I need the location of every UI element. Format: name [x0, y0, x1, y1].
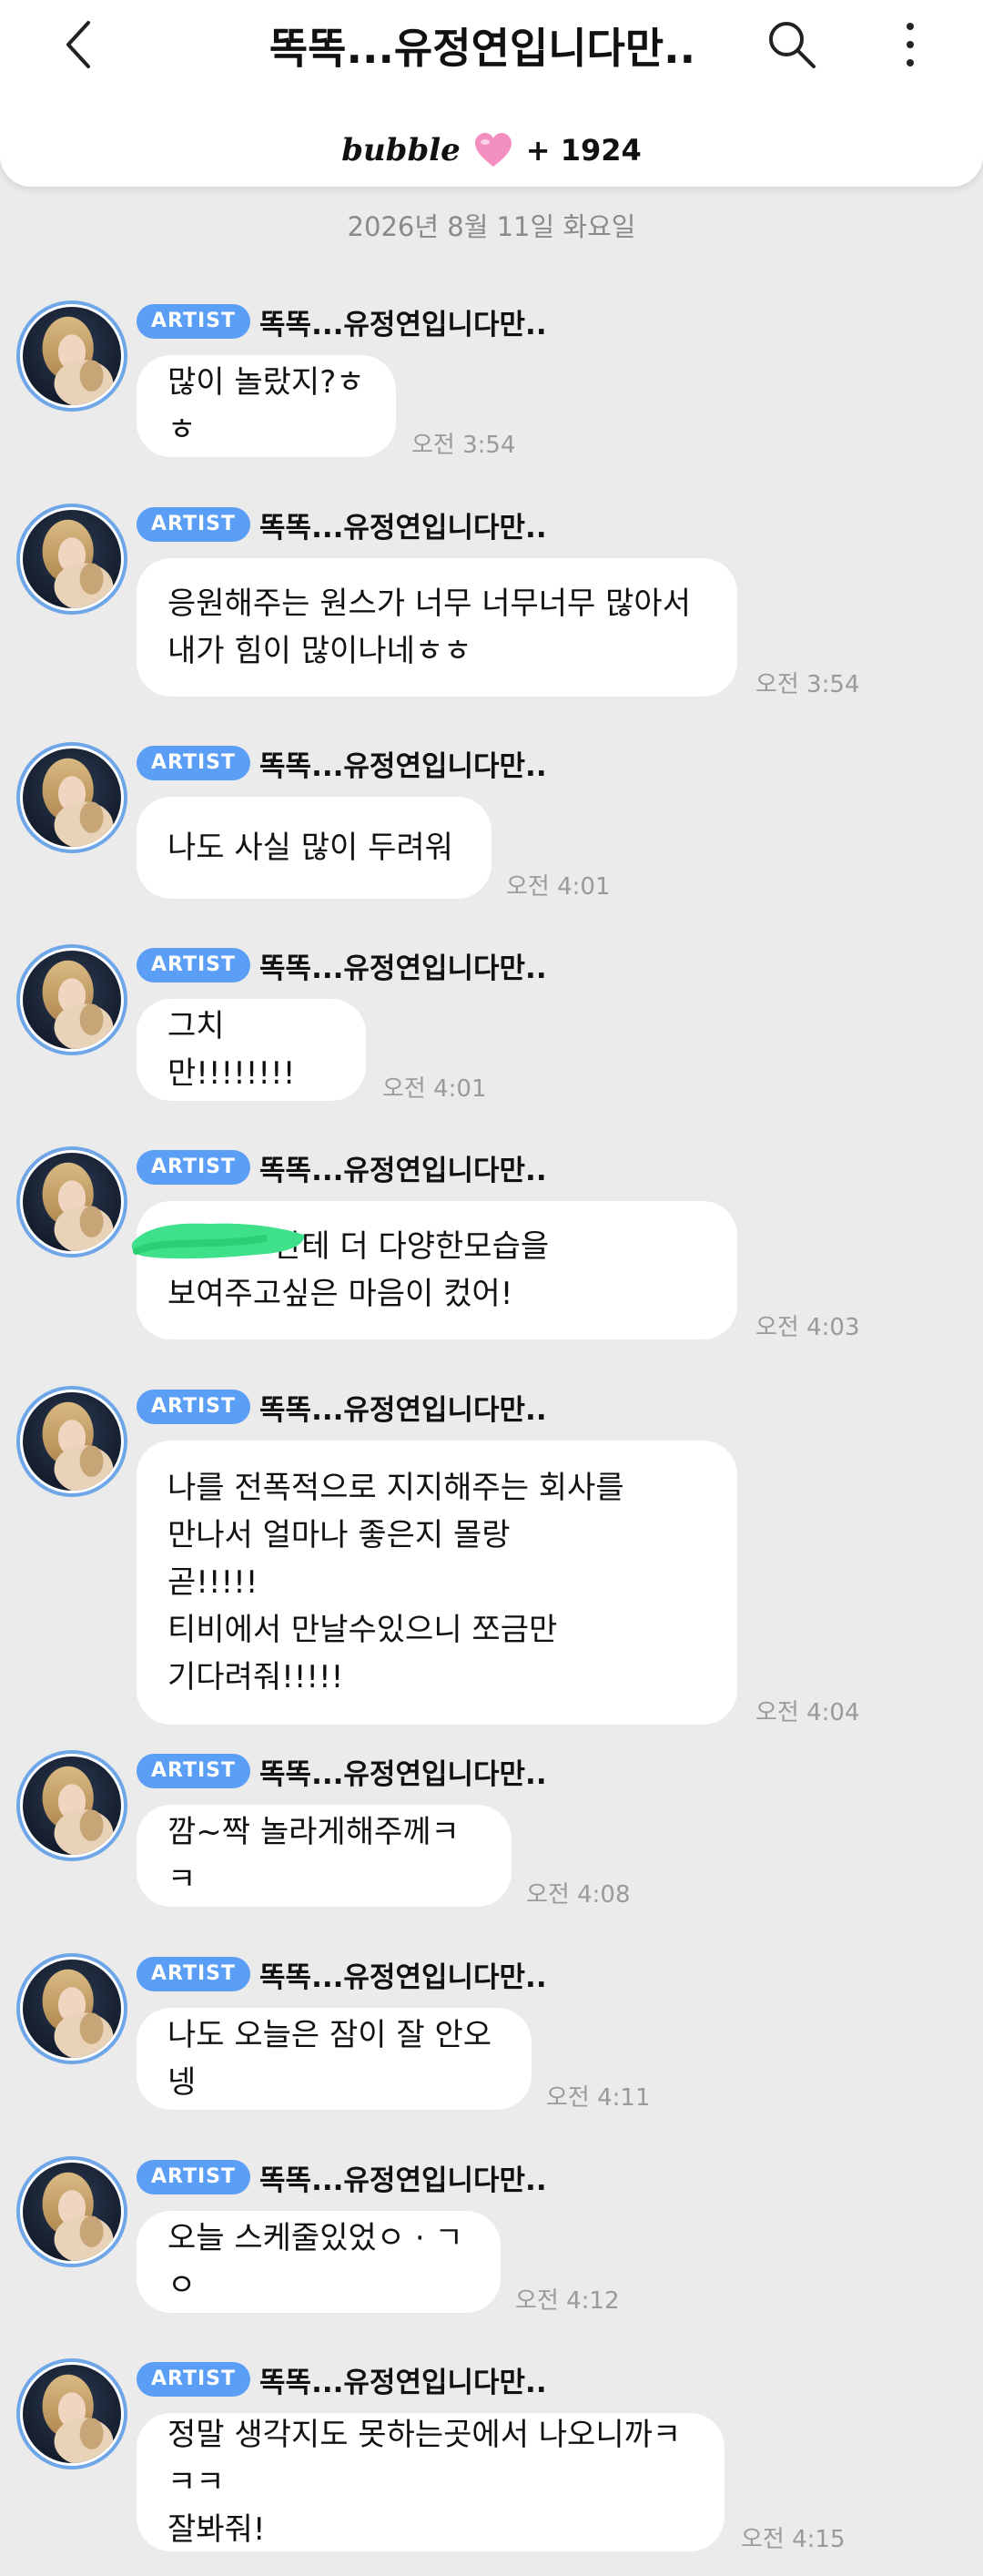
- message-time: 오전 4:01: [382, 1075, 487, 1103]
- message-text: 깜~짝 놀라게해주께ㅋㅋ: [167, 1814, 460, 1898]
- avatar[interactable]: [16, 1750, 127, 1861]
- message-text: 많이 놀랐지?ㅎㅎ: [167, 364, 365, 448]
- message-bubble[interactable]: 나도 오늘은 잠이 잘 안오넹: [137, 2008, 532, 2110]
- message-item: ARTIST 똑똑...유정연입니다만.. 나도 사실 많이 두려워 오전 4:…: [0, 742, 983, 906]
- search-button[interactable]: [760, 13, 824, 76]
- chevron-left-icon: [66, 21, 90, 68]
- date-separator: 2026년 8월 11일 화요일: [347, 211, 636, 242]
- sender-name: 똑똑...유정연입니다만..: [259, 952, 547, 985]
- sender-name: 똑똑...유정연입니다만..: [259, 2164, 547, 2197]
- bubble-status-bar: bubble + 1924: [0, 127, 983, 173]
- message-item: ARTIST 똑똑...유정연입니다만.. 정말 생각지도 못하는곳에서 나오니…: [0, 2358, 983, 2568]
- heart-icon: [474, 133, 512, 167]
- redaction-scribble: [131, 1223, 305, 1259]
- message-item: ARTIST 똑똑...유정연입니다만.. 깜~짝 놀라게해주께ㅋㅋ 오전 4:…: [0, 1750, 983, 1914]
- avatar[interactable]: [16, 300, 127, 412]
- chat-header: 똑똑...유정연입니다만.. bubble + 1924: [0, 0, 983, 187]
- sender-row: ARTIST 똑똑...유정연입니다만..: [137, 946, 547, 985]
- sender-name: 똑똑...유정연입니다만..: [259, 511, 547, 545]
- message-item: ARTIST 똑똑...유정연입니다만.. 나도 오늘은 잠이 잘 안오넹 오전…: [0, 1953, 983, 2117]
- message-text: 나도 사실 많이 두려워: [167, 830, 453, 866]
- message-text: 응원해주는 원스가 너무 너무너무 많아서 내가 힘이 많이나네ㅎㅎ: [167, 585, 691, 669]
- message-time: 오전 4:15: [741, 2526, 846, 2553]
- message-time: 오전 4:08: [526, 1881, 631, 1909]
- artist-badge: ARTIST: [137, 948, 251, 983]
- message-text: 정말 생각지도 못하는곳에서 나오니까ㅋㅋㅋ 잘봐줘!: [167, 2417, 682, 2548]
- sender-row: ARTIST 똑똑...유정연입니다만..: [137, 2158, 547, 2197]
- avatar[interactable]: [16, 742, 127, 853]
- message-time: 오전 3:54: [755, 671, 860, 698]
- message-bubble[interactable]: 나도 사실 많이 두려워: [137, 797, 492, 899]
- avatar[interactable]: [16, 2156, 127, 2267]
- sender-name: 똑똑...유정연입니다만..: [259, 1960, 547, 1994]
- message-bubble[interactable]: 오늘 스케줄있었ㅇ · ㄱㅇ: [137, 2211, 501, 2313]
- message-time: 오전 4:01: [506, 873, 611, 901]
- bubble-brand: bubble: [341, 132, 461, 168]
- avatar[interactable]: [16, 1386, 127, 1497]
- avatar[interactable]: [16, 2358, 127, 2469]
- artist-badge: ARTIST: [137, 507, 251, 542]
- sender-name: 똑똑...유정연입니다만..: [259, 1154, 547, 1187]
- search-icon: [769, 22, 816, 68]
- sender-name: 똑똑...유정연입니다만..: [259, 1757, 547, 1791]
- sender-row: ARTIST 똑똑...유정연입니다만..: [137, 505, 547, 545]
- message-bubble[interactable]: 응원해주는 원스가 너무 너무너무 많아서 내가 힘이 많이나네ㅎㅎ: [137, 558, 737, 697]
- avatar[interactable]: [16, 1953, 127, 2064]
- sender-name: 똑똑...유정연입니다만..: [259, 1393, 547, 1427]
- message-text: 나를 전폭적으로 지지해주는 회사를 만나서 얼마나 좋은지 몰랑 곧!!!!!…: [167, 1470, 624, 1695]
- message-bubble[interactable]: 깜~짝 놀라게해주께ㅋㅋ: [137, 1805, 512, 1907]
- back-button[interactable]: [47, 13, 111, 76]
- sender-row: ARTIST 똑똑...유정연입니다만..: [137, 744, 547, 783]
- artist-badge: ARTIST: [137, 1754, 251, 1788]
- sender-row: ARTIST 똑똑...유정연입니다만..: [137, 1388, 547, 1427]
- artist-badge: ARTIST: [137, 1957, 251, 1991]
- message-text: 나도 오늘은 잠이 잘 안오넹: [167, 2017, 492, 2101]
- sender-row: ARTIST 똑똑...유정연입니다만..: [137, 2360, 547, 2399]
- artist-badge: ARTIST: [137, 1150, 251, 1185]
- message-item: ARTIST 똑똑...유정연입니다만.. 응원해주는 원스가 너무 너무너무 …: [0, 504, 983, 704]
- sender-row: ARTIST 똑똑...유정연입니다만..: [137, 302, 547, 341]
- message-text: 오늘 스케줄있었ㅇ · ㄱㅇ: [167, 2220, 463, 2304]
- chat-title: 똑똑...유정연입니다만..: [269, 24, 696, 73]
- artist-badge: ARTIST: [137, 2160, 251, 2194]
- artist-badge: ARTIST: [137, 746, 251, 780]
- more-options-button[interactable]: [878, 13, 942, 76]
- avatar[interactable]: [16, 944, 127, 1055]
- sender-name: 똑똑...유정연입니다만..: [259, 2366, 547, 2399]
- avatar[interactable]: [16, 1146, 127, 1257]
- message-item: ARTIST 똑똑...유정연입니다만.. 오늘 스케줄있었ㅇ · ㄱㅇ 오전 …: [0, 2156, 983, 2320]
- message-bubble[interactable]: 나를 전폭적으로 지지해주는 회사를 만나서 얼마나 좋은지 몰랑 곧!!!!!…: [137, 1441, 737, 1725]
- message-bubble[interactable]: 그치만!!!!!!!!: [137, 999, 366, 1101]
- artist-badge: ARTIST: [137, 2362, 251, 2397]
- message-item: ARTIST 똑똑...유정연입니다만.. 나를 전폭적으로 지지해주는 회사를…: [0, 1386, 983, 1732]
- more-vertical-icon: [907, 23, 914, 66]
- message-time: 오전 4:03: [755, 1314, 860, 1341]
- bubble-count: + 1924: [525, 133, 642, 168]
- artist-badge: ARTIST: [137, 304, 251, 339]
- message-item: ARTIST 똑똑...유정연입니다만.. 그치만!!!!!!!! 오전 4:0…: [0, 944, 983, 1108]
- message-time: 오전 3:54: [411, 432, 516, 459]
- message-item: ARTIST 똑똑...유정연입니다만.. 많이 놀랐지?ㅎㅎ 오전 3:54: [0, 300, 983, 464]
- message-bubble[interactable]: 많이 놀랐지?ㅎㅎ: [137, 355, 396, 457]
- sender-name: 똑똑...유정연입니다만..: [259, 308, 547, 341]
- sender-row: ARTIST 똑똑...유정연입니다만..: [137, 1752, 547, 1791]
- message-text: 그치만!!!!!!!!: [167, 1008, 296, 1092]
- sender-row: ARTIST 똑똑...유정연입니다만..: [137, 1955, 547, 1994]
- message-time: 오전 4:11: [546, 2084, 651, 2112]
- sender-name: 똑똑...유정연입니다만..: [259, 749, 547, 783]
- artist-badge: ARTIST: [137, 1390, 251, 1424]
- avatar[interactable]: [16, 504, 127, 615]
- message-bubble[interactable]: 정말 생각지도 못하는곳에서 나오니까ㅋㅋㅋ 잘봐줘!: [137, 2413, 725, 2551]
- message-time: 오전 4:04: [755, 1699, 860, 1726]
- message-time: 오전 4:12: [515, 2287, 620, 2315]
- sender-row: ARTIST 똑똑...유정연입니다만..: [137, 1148, 547, 1187]
